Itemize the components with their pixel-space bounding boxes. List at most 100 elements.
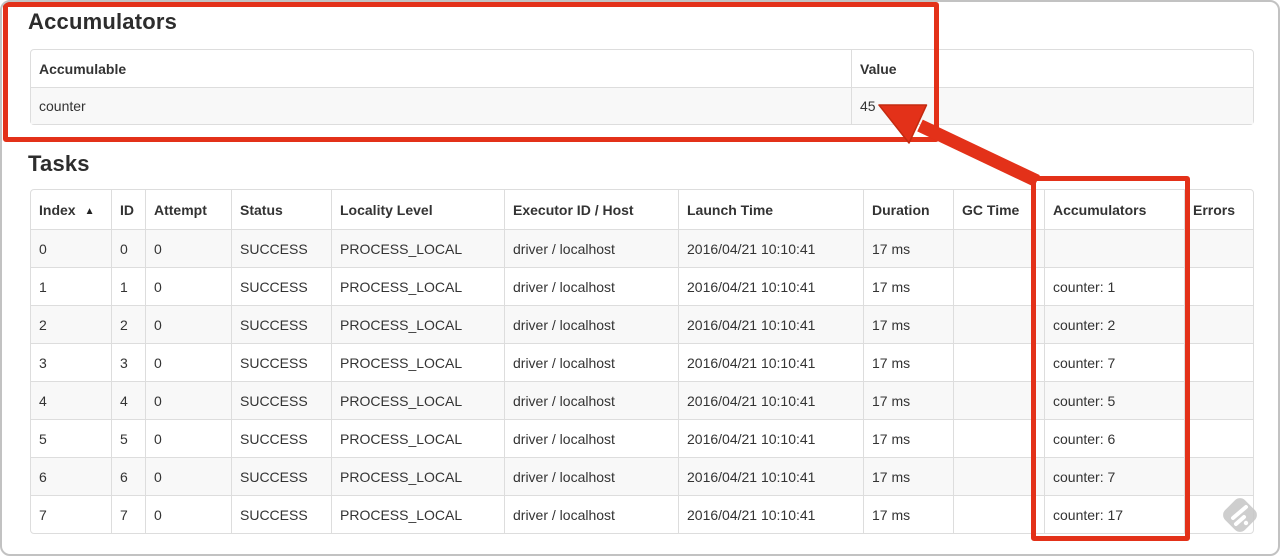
cell-id: 2	[111, 305, 145, 343]
column-header-index[interactable]: Index ▲	[31, 190, 111, 229]
cell-launch-time: 2016/04/21 10:10:41	[678, 343, 863, 381]
cell-locality-level: PROCESS_LOCAL	[331, 229, 504, 267]
cell-id: 6	[111, 457, 145, 495]
cell-accumulable: counter	[31, 87, 851, 124]
cell-attempt: 0	[145, 419, 231, 457]
column-header-id[interactable]: ID	[111, 190, 145, 229]
cell-executor-id-host: driver / localhost	[504, 343, 678, 381]
cell-accumulators	[1044, 229, 1184, 267]
cell-index: 2	[31, 305, 111, 343]
header-row: Accumulable Value	[31, 50, 1253, 87]
cell-gc-time	[953, 495, 1044, 533]
cell-errors	[1184, 343, 1253, 381]
cell-id: 7	[111, 495, 145, 533]
cell-gc-time	[953, 305, 1044, 343]
cell-errors	[1184, 267, 1253, 305]
cell-executor-id-host: driver / localhost	[504, 229, 678, 267]
cell-status: SUCCESS	[231, 419, 331, 457]
column-header-accumulators[interactable]: Accumulators	[1044, 190, 1184, 229]
cell-launch-time: 2016/04/21 10:10:41	[678, 457, 863, 495]
cell-launch-time: 2016/04/21 10:10:41	[678, 267, 863, 305]
cell-launch-time: 2016/04/21 10:10:41	[678, 495, 863, 533]
cell-gc-time	[953, 457, 1044, 495]
cell-gc-time	[953, 381, 1044, 419]
cell-gc-time	[953, 229, 1044, 267]
cell-locality-level: PROCESS_LOCAL	[331, 381, 504, 419]
cell-executor-id-host: driver / localhost	[504, 381, 678, 419]
cell-accumulators: counter: 6	[1044, 419, 1184, 457]
column-header-gc-time[interactable]: GC Time	[953, 190, 1044, 229]
cell-attempt: 0	[145, 343, 231, 381]
cell-launch-time: 2016/04/21 10:10:41	[678, 381, 863, 419]
column-header-attempt[interactable]: Attempt	[145, 190, 231, 229]
cell-locality-level: PROCESS_LOCAL	[331, 457, 504, 495]
column-header-accumulable[interactable]: Accumulable	[31, 50, 851, 87]
table-row: 6 6 0 SUCCESS PROCESS_LOCAL driver / localhos…	[31, 457, 1253, 495]
cell-accumulators: counter: 2	[1044, 305, 1184, 343]
table-row: counter 45	[31, 87, 1253, 124]
cell-index: 0	[31, 229, 111, 267]
cell-accumulators: counter: 1	[1044, 267, 1184, 305]
cell-errors	[1184, 495, 1253, 533]
tasks-table: Index ▲ ID Attempt Status Locality Level Execu…	[30, 189, 1254, 534]
cell-duration: 17 ms	[863, 457, 953, 495]
accumulators-table: Accumulable Value counter 45	[30, 49, 1254, 125]
column-header-executor-id-host[interactable]: Executor ID / Host	[504, 190, 678, 229]
table-row: 5 5 0 SUCCESS PROCESS_LOCAL driver / localhos…	[31, 419, 1253, 457]
cell-locality-level: PROCESS_LOCAL	[331, 305, 504, 343]
column-header-errors[interactable]: Errors	[1184, 190, 1253, 229]
cell-index: 6	[31, 457, 111, 495]
cell-index: 1	[31, 267, 111, 305]
cell-duration: 17 ms	[863, 495, 953, 533]
cell-id: 4	[111, 381, 145, 419]
cell-launch-time: 2016/04/21 10:10:41	[678, 419, 863, 457]
cell-locality-level: PROCESS_LOCAL	[331, 495, 504, 533]
cell-executor-id-host: driver / localhost	[504, 457, 678, 495]
column-header-value[interactable]: Value	[851, 50, 1253, 87]
cell-locality-level: PROCESS_LOCAL	[331, 343, 504, 381]
cell-launch-time: 2016/04/21 10:10:41	[678, 305, 863, 343]
cell-status: SUCCESS	[231, 457, 331, 495]
cell-duration: 17 ms	[863, 419, 953, 457]
cell-executor-id-host: driver / localhost	[504, 267, 678, 305]
cell-duration: 17 ms	[863, 229, 953, 267]
spark-stage-details-page: Accumulators Accumulable Value counter 45 T…	[0, 0, 1280, 556]
column-header-status[interactable]: Status	[231, 190, 331, 229]
cell-id: 5	[111, 419, 145, 457]
cell-attempt: 0	[145, 229, 231, 267]
sort-ascending-icon: ▲	[84, 205, 95, 217]
cell-status: SUCCESS	[231, 229, 331, 267]
cell-executor-id-host: driver / localhost	[504, 305, 678, 343]
cell-value: 45	[851, 87, 1253, 124]
cell-executor-id-host: driver / localhost	[504, 419, 678, 457]
table-row: 2 2 0 SUCCESS PROCESS_LOCAL driver / localhos…	[31, 305, 1253, 343]
cell-duration: 17 ms	[863, 381, 953, 419]
cell-attempt: 0	[145, 381, 231, 419]
cell-gc-time	[953, 267, 1044, 305]
accumulators-section-heading: Accumulators	[28, 9, 178, 34]
cell-gc-time	[953, 419, 1044, 457]
cell-index: 5	[31, 419, 111, 457]
cell-index: 3	[31, 343, 111, 381]
cell-id: 3	[111, 343, 145, 381]
column-header-duration[interactable]: Duration	[863, 190, 953, 229]
cell-locality-level: PROCESS_LOCAL	[331, 419, 504, 457]
cell-attempt: 0	[145, 305, 231, 343]
column-header-launch-time[interactable]: Launch Time	[678, 190, 863, 229]
cell-attempt: 0	[145, 495, 231, 533]
cell-status: SUCCESS	[231, 267, 331, 305]
cell-errors	[1184, 381, 1253, 419]
cell-locality-level: PROCESS_LOCAL	[331, 267, 504, 305]
cell-status: SUCCESS	[231, 495, 331, 533]
cell-errors	[1184, 457, 1253, 495]
cell-status: SUCCESS	[231, 343, 331, 381]
column-header-locality-level[interactable]: Locality Level	[331, 190, 504, 229]
cell-accumulators: counter: 5	[1044, 381, 1184, 419]
cell-id: 1	[111, 267, 145, 305]
cell-id: 0	[111, 229, 145, 267]
cell-status: SUCCESS	[231, 381, 331, 419]
cell-duration: 17 ms	[863, 305, 953, 343]
cell-duration: 17 ms	[863, 343, 953, 381]
table-row: 0 0 0 SUCCESS PROCESS_LOCAL driver / localhos…	[31, 229, 1253, 267]
cell-status: SUCCESS	[231, 305, 331, 343]
